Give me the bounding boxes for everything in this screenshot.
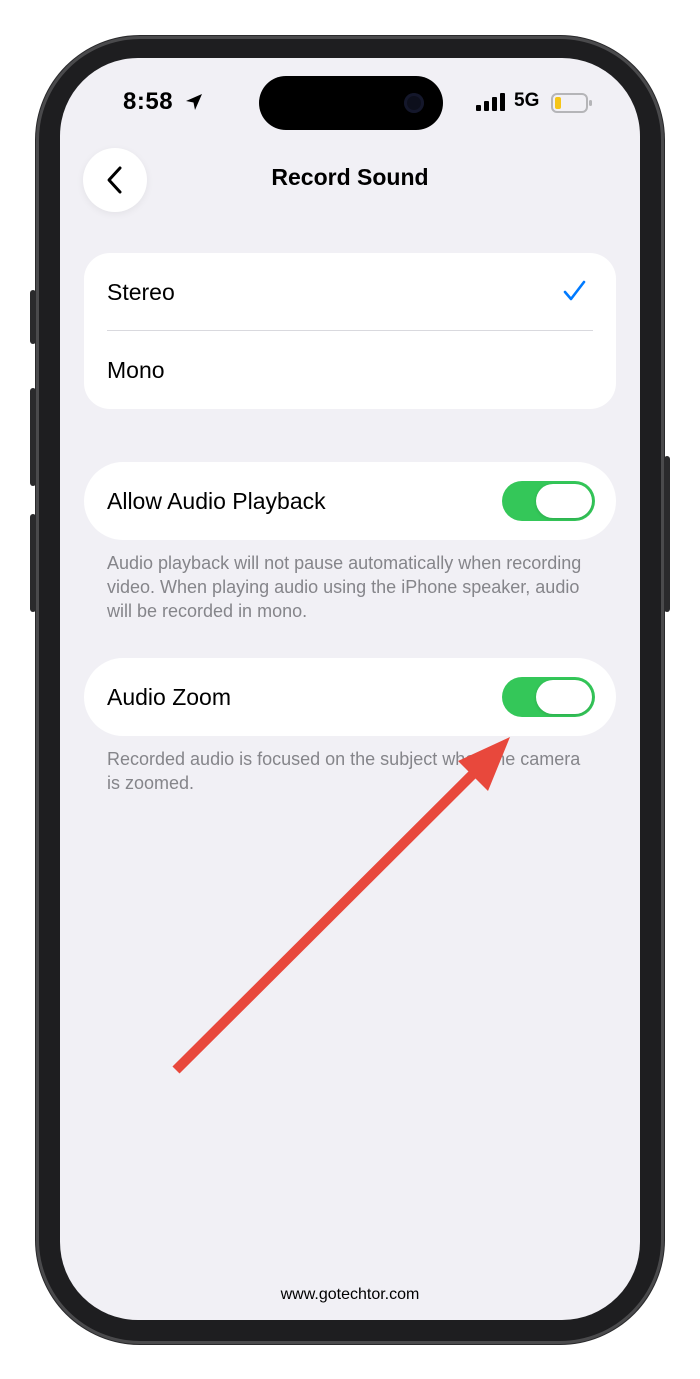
- annotation-arrow: [172, 737, 510, 1074]
- watermark: www.gotechtor.com: [280, 1286, 420, 1303]
